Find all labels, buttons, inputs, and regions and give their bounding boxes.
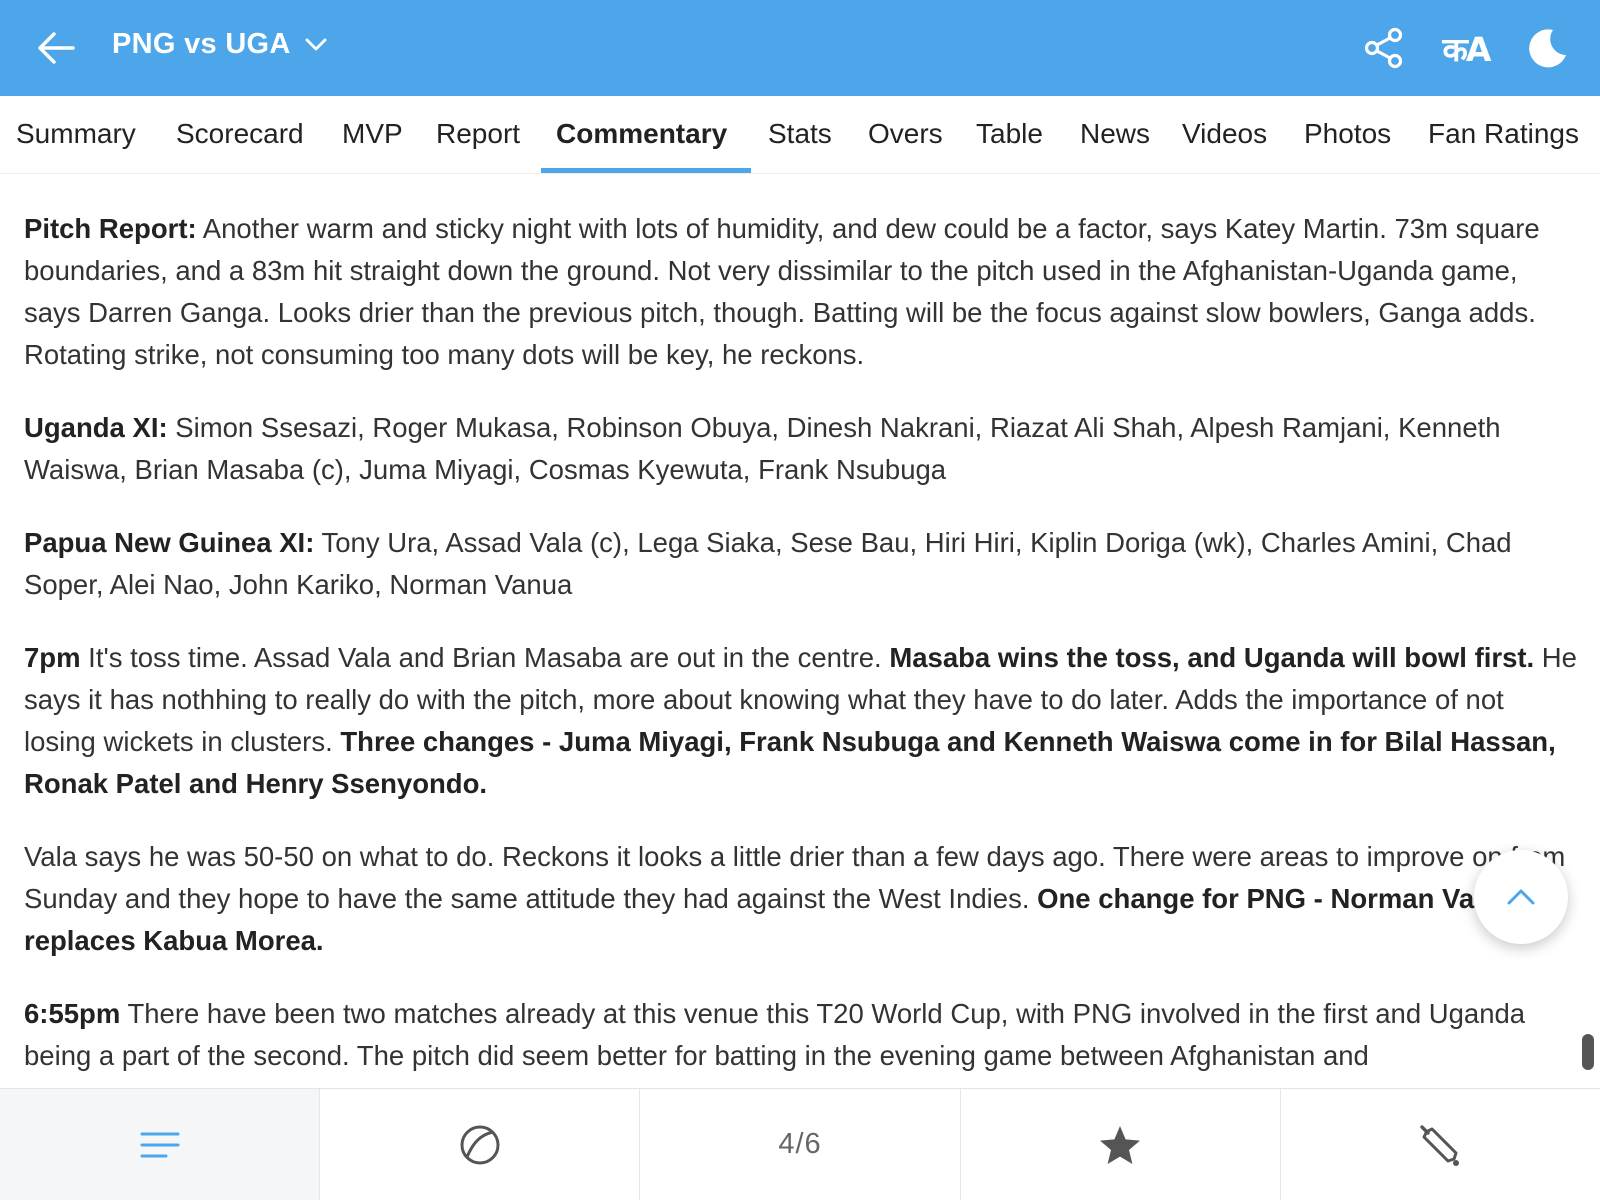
top-app-bar: PNG vs UGA कA	[0, 0, 1600, 96]
scroll-to-top-button[interactable]	[1474, 850, 1568, 944]
batting-button[interactable]	[1281, 1089, 1600, 1200]
chevron-down-icon	[305, 38, 327, 50]
ball-by-ball-button[interactable]	[320, 1089, 641, 1200]
tab-overs[interactable]: Overs	[868, 96, 943, 174]
commentary-label: Pitch Report:	[24, 213, 197, 244]
commentary-item: 7pm It's toss time. Assad Vala and Brian…	[24, 637, 1580, 805]
tab-stats[interactable]: Stats	[768, 96, 832, 174]
boundary-count: 4/6	[778, 1128, 822, 1160]
active-tab-indicator	[541, 168, 751, 173]
tab-commentary[interactable]: Commentary	[556, 96, 727, 174]
commentary-label: Papua New Guinea XI:	[24, 527, 315, 558]
cricket-ball-icon	[460, 1125, 500, 1164]
cricket-bat-icon	[1420, 1124, 1460, 1166]
tab-news[interactable]: News	[1080, 96, 1150, 174]
tab-report[interactable]: Report	[436, 96, 520, 174]
tab-fan-ratings[interactable]: Fan Ratings	[1428, 96, 1579, 174]
match-selector[interactable]: PNG vs UGA	[112, 28, 327, 61]
star-icon	[1100, 1125, 1141, 1164]
commentary-text: It's toss time. Assad Vala and Brian Mas…	[80, 642, 890, 673]
scrollbar-thumb[interactable]	[1582, 1034, 1594, 1070]
commentary-item: Pitch Report: Another warm and sticky ni…	[24, 208, 1580, 376]
commentary-text: There have been two matches already at t…	[24, 998, 1526, 1071]
bottom-navigation: 4/6	[0, 1088, 1600, 1200]
theme-toggle-button[interactable]	[1522, 22, 1574, 74]
language-toggle-button[interactable]: कA	[1440, 22, 1492, 74]
match-title: PNG vs UGA	[112, 28, 291, 60]
moon-icon	[1529, 29, 1566, 68]
commentary-item: Papua New Guinea XI: Tony Ura, Assad Val…	[24, 522, 1580, 606]
commentary-highlight: Masaba wins the toss, and Uganda will bo…	[889, 642, 1535, 673]
language-icon: कA	[1442, 29, 1492, 69]
menu-lines-icon	[140, 1132, 180, 1157]
commentary-time: 7pm	[24, 642, 81, 673]
commentary-item: 6:55pm There have been two matches alrea…	[24, 993, 1580, 1077]
commentary-label: Uganda XI:	[24, 412, 168, 443]
arrow-left-icon	[38, 32, 75, 64]
tab-photos[interactable]: Photos	[1304, 96, 1391, 174]
tab-table[interactable]: Table	[976, 96, 1043, 174]
commentary-time: 6:55pm	[24, 998, 121, 1029]
back-button[interactable]	[34, 26, 78, 70]
commentary-item: Uganda XI: Simon Ssesazi, Roger Mukasa, …	[24, 407, 1580, 491]
tab-videos[interactable]: Videos	[1182, 96, 1267, 174]
chevron-up-icon	[1507, 889, 1535, 905]
tab-summary[interactable]: Summary	[16, 96, 136, 174]
share-icon	[1364, 27, 1403, 69]
commentary-feed: Pitch Report: Another warm and sticky ni…	[24, 208, 1580, 1108]
boundary-count-button[interactable]: 4/6	[640, 1089, 961, 1200]
highlights-button[interactable]	[961, 1089, 1281, 1200]
commentary-text: Another warm and sticky night with lots …	[24, 213, 1540, 370]
commentary-feed-button[interactable]	[0, 1089, 321, 1200]
commentary-item: Vala says he was 50-50 on what to do. Re…	[24, 836, 1580, 962]
commentary-text: Simon Ssesazi, Roger Mukasa, Robinson Ob…	[24, 412, 1501, 485]
share-button[interactable]	[1358, 22, 1410, 74]
tab-scorecard[interactable]: Scorecard	[176, 96, 304, 174]
tab-mvp[interactable]: MVP	[342, 96, 403, 174]
match-tabs: Summary Scorecard MVP Report Commentary …	[0, 96, 1600, 174]
